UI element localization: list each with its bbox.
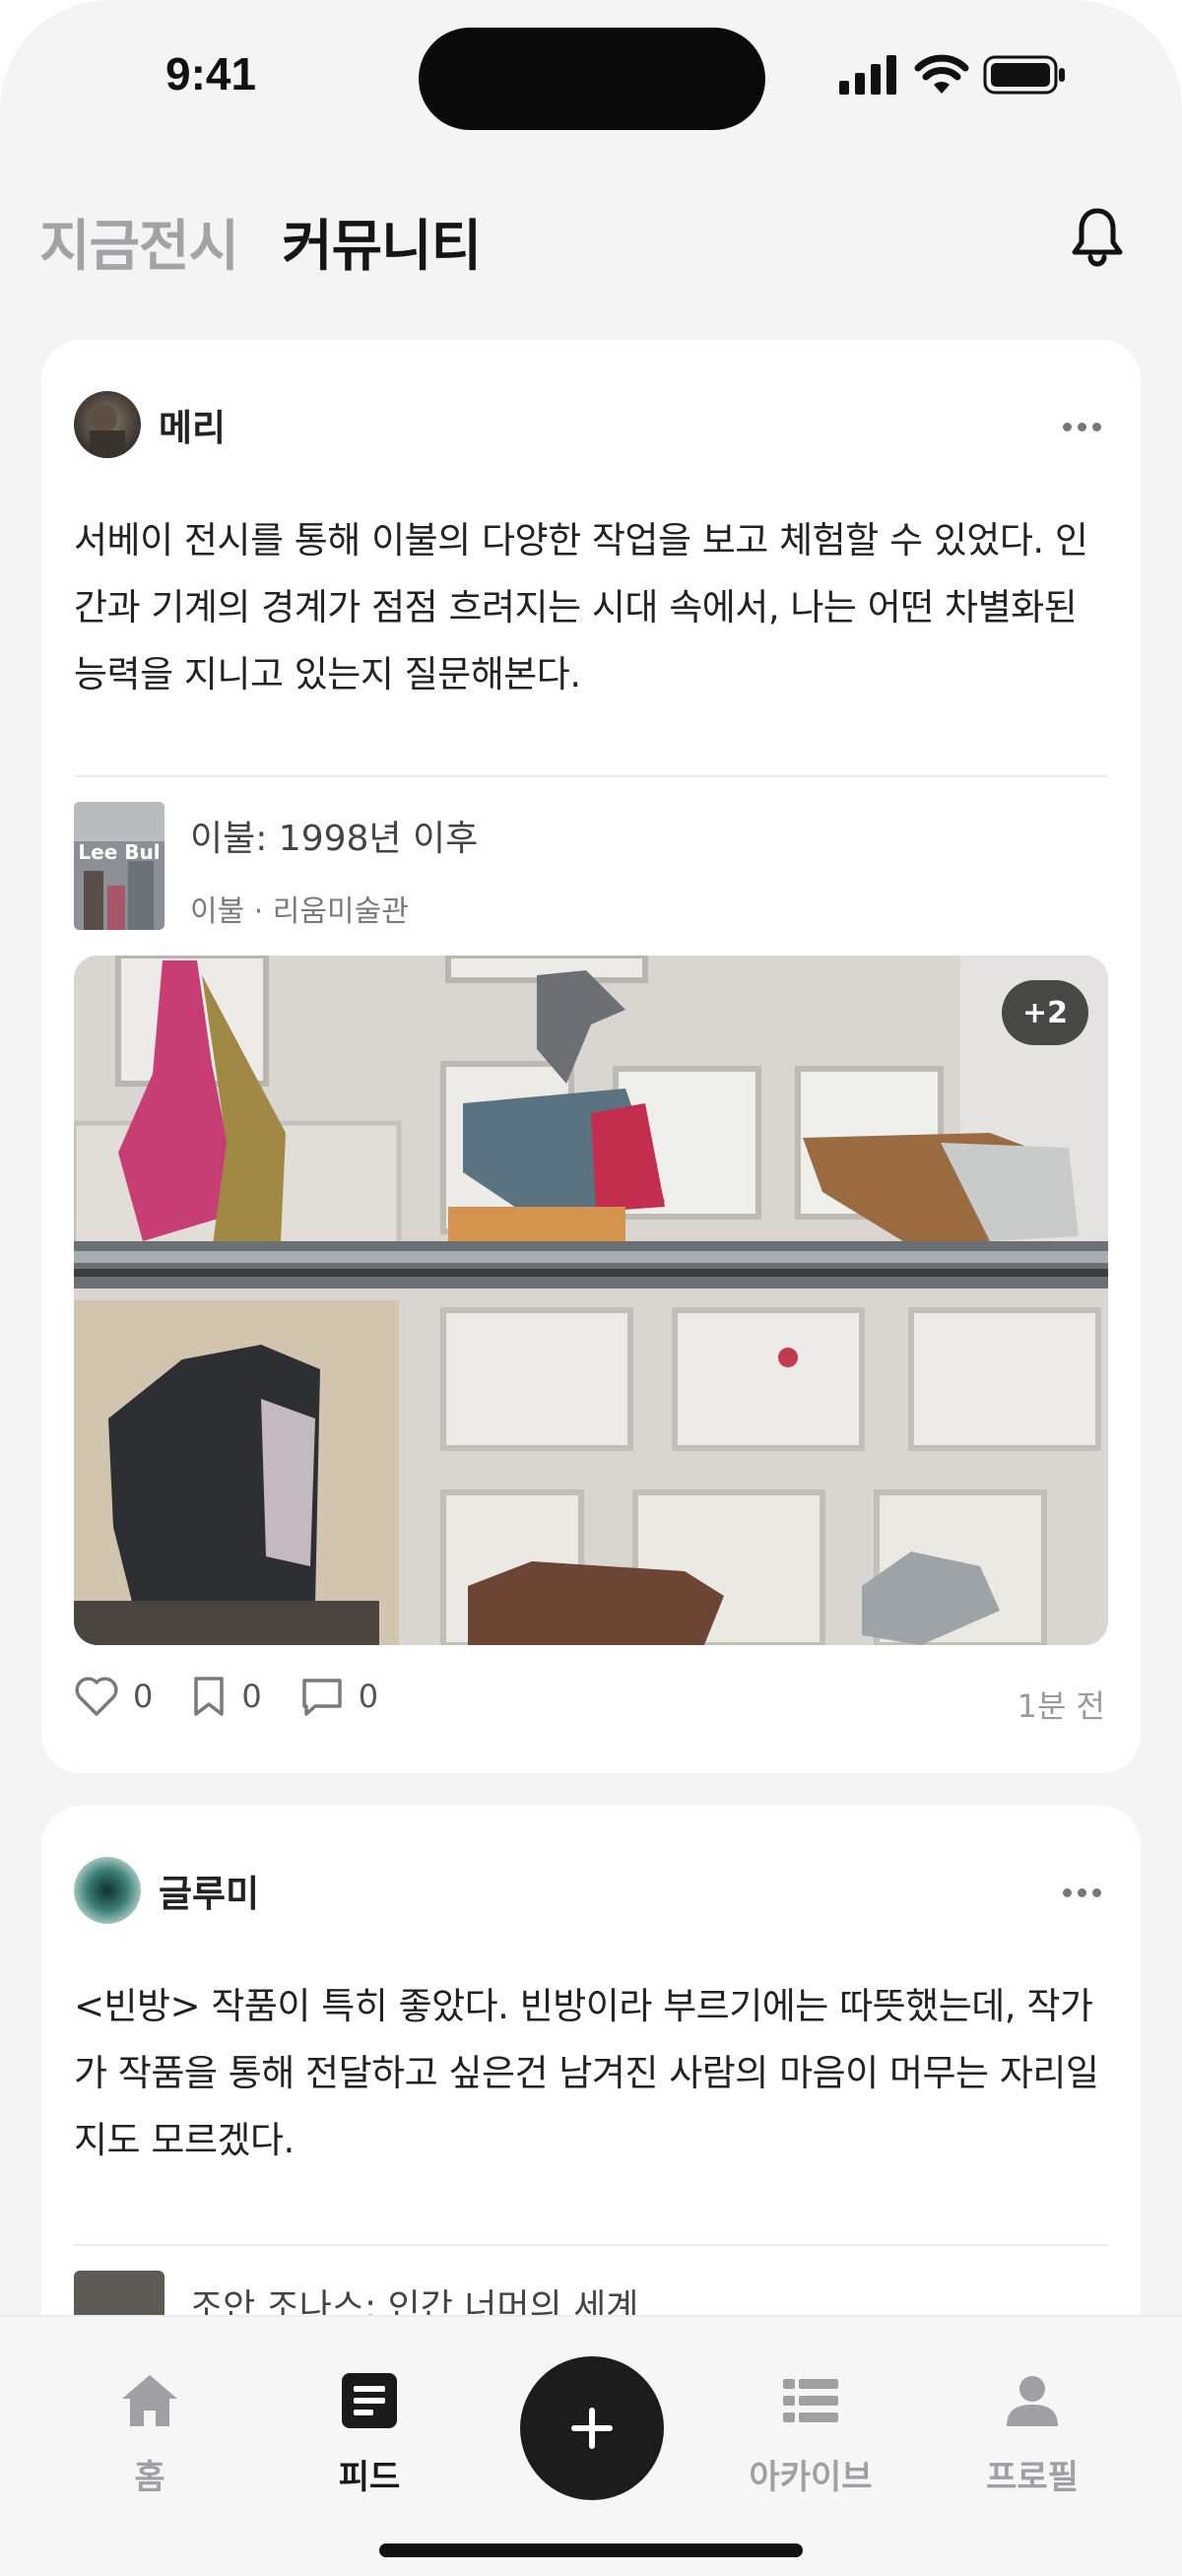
header-tabs: 지금전시 커뮤니티 — [39, 202, 482, 282]
nav-label: 피드 — [338, 2458, 401, 2497]
poster-logo-text: Lee Bul — [78, 840, 160, 864]
home-icon — [122, 2375, 177, 2426]
post-author[interactable]: 글루미 — [74, 1857, 259, 1924]
comment-button[interactable]: 0 — [299, 1676, 378, 1717]
author-name: 메리 — [159, 407, 227, 449]
dynamic-island — [419, 28, 765, 130]
exhibition-subtitle: 이불 · 리움미술관 — [190, 894, 409, 929]
nav-profile[interactable]: 프로필 — [934, 2371, 1131, 2498]
heart-icon — [75, 1677, 118, 1716]
post-actions: 0 0 0 — [74, 1675, 416, 1718]
tab-community[interactable]: 커뮤니티 — [282, 202, 482, 282]
plus-icon — [571, 2408, 613, 2449]
comment-count: 0 — [358, 1678, 379, 1715]
post-text: <빈방> 작품이 특히 좋았다. 빈방이라 부르기에는 따뜻했는데, 작가가 작… — [74, 1985, 1099, 2161]
post-card[interactable]: 메리 서베이 전시를 통해 이불의 다양한 작업을 보고 체험할 수 있었다. … — [41, 340, 1141, 1773]
nav-feed[interactable]: 피드 — [271, 2371, 468, 2498]
comment-icon — [301, 1679, 342, 1716]
bell-icon[interactable] — [1070, 207, 1125, 268]
status-time: 9:41 — [165, 48, 257, 99]
nav-label: 홈 — [134, 2458, 165, 2497]
exhibition-poster: Lee Bul — [74, 802, 164, 930]
like-button[interactable]: 0 — [74, 1676, 153, 1717]
nav-archive[interactable]: 아카이브 — [712, 2371, 909, 2498]
post-photo[interactable] — [74, 956, 1108, 1645]
create-post-button[interactable] — [520, 2356, 664, 2500]
feed-icon — [342, 2373, 397, 2428]
status-icons — [837, 51, 1068, 99]
like-count: 0 — [133, 1678, 154, 1715]
nav-home[interactable]: 홈 — [51, 2371, 248, 2498]
list-icon — [783, 2379, 838, 2422]
divider — [74, 775, 1108, 777]
avatar — [74, 1857, 141, 1924]
more-images-badge[interactable]: +2 — [1002, 980, 1088, 1045]
person-icon — [1007, 2376, 1058, 2426]
author-name: 글루미 — [159, 1873, 260, 1915]
bottom-nav: 홈 피드 아카이브 프로필 — [0, 2315, 1182, 2576]
exhibition-title: 이불: 1998년 이후 — [190, 819, 479, 859]
bookmark-button[interactable]: 0 — [190, 1675, 262, 1718]
more-options-icon[interactable] — [1063, 1888, 1101, 1897]
post-timestamp: 1분 전 — [1017, 1687, 1105, 1725]
post-author[interactable]: 메리 — [74, 391, 226, 458]
home-indicator — [379, 2543, 803, 2557]
signal-icon — [839, 55, 896, 95]
battery-icon — [983, 55, 1065, 95]
avatar — [74, 391, 141, 458]
wifi-icon — [914, 54, 969, 94]
exhibition-link[interactable]: Lee Bul 이불: 1998년 이후 이불 · 리움미술관 — [74, 802, 478, 930]
app-screen: 9:41 지금전시 커뮤니티 메리 서베이 전시를 통해 이불의 다양한 작업을… — [0, 0, 1182, 2576]
tab-current-exhibitions[interactable]: 지금전시 — [39, 202, 239, 282]
bookmark-icon — [194, 1677, 225, 1716]
divider — [74, 2244, 1108, 2246]
nav-label: 아카이브 — [749, 2458, 873, 2497]
nav-label: 프로필 — [986, 2458, 1079, 2497]
post-text: 서베이 전시를 통해 이불의 다양한 작업을 보고 체험할 수 있었다. 인간과… — [74, 519, 1088, 695]
more-options-icon[interactable] — [1063, 423, 1101, 431]
bookmark-count: 0 — [241, 1678, 262, 1715]
